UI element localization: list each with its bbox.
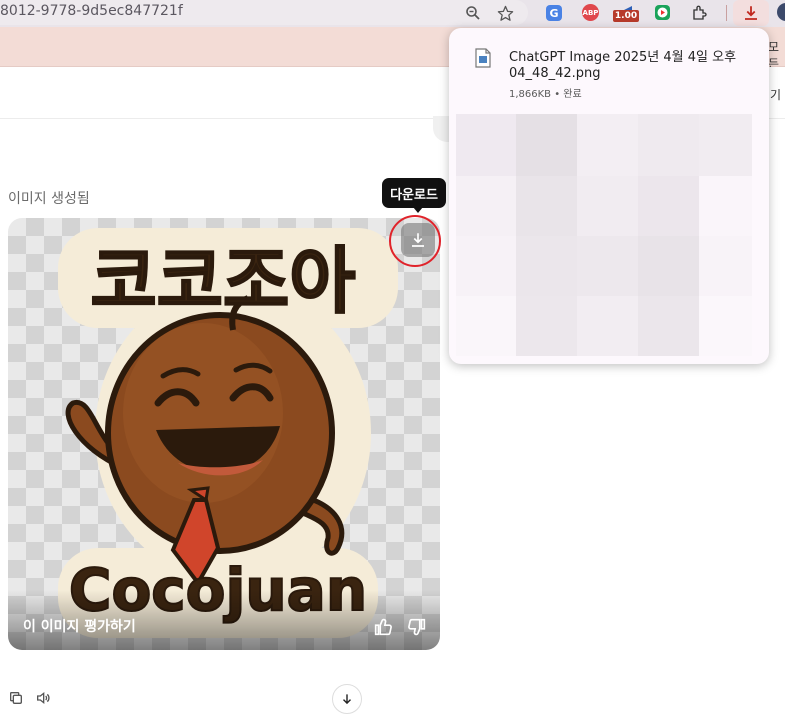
- url-text[interactable]: 8012-9778-9d5ec847721f: [0, 3, 183, 19]
- image-title-korean: 코코조아: [91, 239, 356, 323]
- thumbs-down-icon[interactable]: [406, 616, 430, 640]
- zoom-icon[interactable]: [463, 3, 483, 23]
- tooltip-arrow: [413, 207, 423, 213]
- abp-icon[interactable]: ABP: [582, 4, 599, 21]
- download-preview-thumbnail: [456, 114, 752, 356]
- download-icon: [745, 6, 757, 20]
- extension-badge-icon[interactable]: 1.00: [613, 10, 639, 22]
- speaker-icon[interactable]: [35, 690, 53, 708]
- download-filename-line1[interactable]: ChatGPT Image 2025년 4월 4일 오후: [509, 46, 736, 65]
- puzzle-icon[interactable]: [690, 3, 710, 23]
- toolbar-divider: [726, 5, 727, 21]
- address-bar[interactable]: 8012-9778-9d5ec847721f: [0, 0, 528, 25]
- download-tooltip: 다운로드: [382, 178, 446, 208]
- star-icon[interactable]: [495, 3, 515, 23]
- coconut-illustration: 코코조아 Cocojuan: [58, 228, 398, 638]
- download-filename-line2[interactable]: 04_48_42.png: [509, 66, 601, 81]
- translate-icon[interactable]: G: [546, 5, 562, 21]
- youtube-icon[interactable]: [655, 5, 670, 20]
- thumbs-up-icon[interactable]: [372, 616, 396, 640]
- download-toolbar-button[interactable]: [733, 0, 769, 26]
- arrow-down-icon: [343, 694, 351, 705]
- file-icon: [475, 48, 491, 68]
- copy-icon[interactable]: [8, 690, 26, 708]
- download-status: 1,866KB • 완료: [509, 89, 582, 100]
- edge-text: 기: [770, 88, 782, 102]
- rate-image-label: 이 이미지 평가하기: [23, 619, 136, 635]
- highlight-circle: [389, 215, 441, 267]
- generated-image[interactable]: 코코조아 Cocojuan 이 이미지 평가하기: [8, 218, 440, 650]
- image-generated-label: 이미지 생성됨: [8, 191, 90, 207]
